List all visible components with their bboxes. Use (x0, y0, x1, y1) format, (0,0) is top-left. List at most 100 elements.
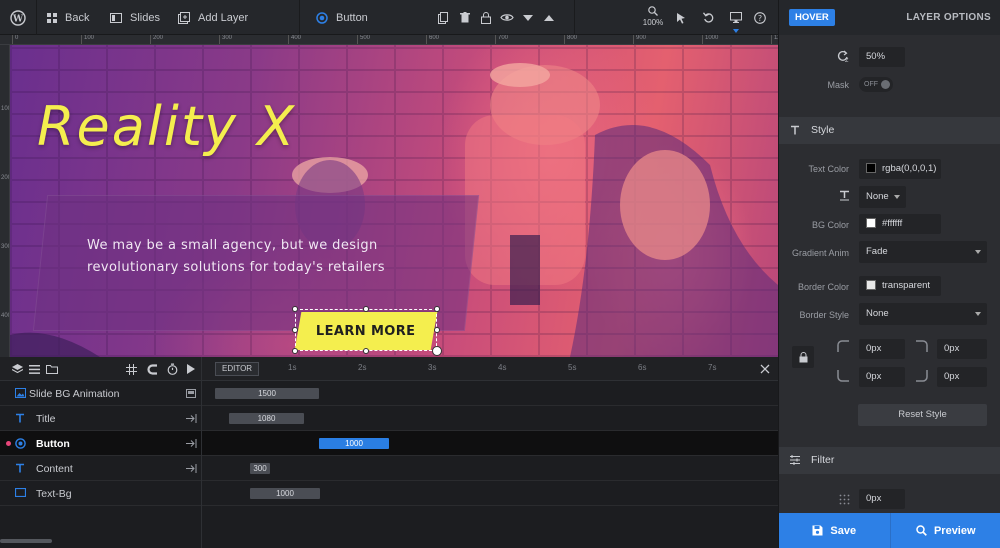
ruler-label: 700 (498, 35, 509, 41)
timeline-row-slide-bg[interactable]: Slide BG Animation 1500 (0, 381, 778, 406)
stopwatch-icon[interactable] (162, 357, 182, 381)
layer-name: Content (36, 462, 73, 475)
lock-icon[interactable] (476, 0, 496, 35)
resize-handle-tr[interactable] (434, 306, 440, 312)
resize-handle-b[interactable] (363, 348, 369, 354)
ruler-label: 300 (1, 244, 9, 250)
slide-canvas[interactable]: Reality X We may be a small agency, but … (10, 45, 778, 357)
ruler-tick (771, 35, 772, 44)
timeline-scrollbar[interactable] (0, 539, 52, 543)
ruler-vertical: 0100200300400500 (0, 45, 10, 357)
rotate-handle[interactable] (432, 346, 442, 356)
timing-bar[interactable]: 1000 (250, 488, 320, 499)
preview-button[interactable]: Preview (891, 513, 1000, 548)
content-line-1: We may be a small agency, but we design (87, 238, 378, 253)
learn-more-button-layer[interactable]: LEARN MORE (294, 312, 438, 350)
snap-grid-icon[interactable] (121, 357, 141, 381)
save-button[interactable]: Save (779, 513, 891, 548)
radius-lock-button[interactable] (792, 346, 814, 368)
resize-handle-bl[interactable] (292, 348, 298, 354)
timing-bar[interactable]: 1500 (215, 388, 319, 399)
folder-icon[interactable] (42, 357, 62, 381)
radius-bottom-right-input[interactable]: 0px (937, 367, 987, 387)
bg-color-input[interactable]: #ffffff (859, 214, 941, 234)
radius-bottom-left-input[interactable]: 0px (859, 367, 905, 387)
timing-bar[interactable]: 300 (250, 463, 270, 474)
text-decoration-icon (839, 190, 850, 201)
ruler-label: 400 (1, 313, 9, 319)
timeline-row-button[interactable]: Button 1000 (0, 431, 778, 456)
image-icon (15, 388, 26, 398)
add-layer-button[interactable]: Add Layer (178, 0, 248, 35)
mask-label: Mask (827, 80, 849, 90)
style-section-header[interactable]: Style (779, 117, 1000, 144)
text-color-label: Text Color (808, 164, 849, 174)
play-icon[interactable] (181, 357, 201, 381)
ruler-label: 1000 (705, 35, 719, 41)
close-timeline-icon[interactable] (755, 357, 775, 381)
ruler-label: 500 (360, 35, 371, 41)
content-layer[interactable]: We may be a small agency, but we design … (87, 235, 385, 279)
style-section-title: Style (811, 124, 835, 136)
title-layer[interactable]: Reality X (37, 95, 296, 158)
ruler-label: 900 (636, 35, 647, 41)
duplicate-icon[interactable] (433, 0, 453, 35)
text-color-value: rgba(0,0,0,1) (882, 163, 937, 174)
reset-style-button[interactable]: Reset Style (858, 404, 987, 426)
text-color-input[interactable]: rgba(0,0,0,1) (859, 159, 941, 179)
rotate-z-input[interactable]: 50% (859, 47, 905, 67)
editor-mode-badge[interactable]: EDITOR (215, 362, 260, 376)
toggle-knob (881, 80, 890, 89)
timeline-tick-label: 4s (498, 363, 507, 372)
ruler-tick (357, 35, 358, 44)
ruler-label: 200 (153, 35, 164, 41)
help-icon[interactable]: ? (750, 0, 770, 35)
layer-name: Text-Bg (36, 487, 72, 500)
mask-toggle[interactable]: OFF (859, 77, 893, 92)
save-label: Save (830, 524, 857, 537)
radius-br-icon (916, 370, 928, 382)
resize-handle-l[interactable] (292, 327, 298, 333)
timeline-panel: EDITOR 1s 2s 3s 4s 5s 6s 7s Slide BG Animation… (0, 357, 778, 548)
pointer-icon[interactable] (671, 0, 691, 35)
timing-bar[interactable]: 1080 (229, 413, 304, 424)
gradient-anim-select[interactable]: Fade (859, 241, 987, 263)
ruler-horizontal: 010020030040050060070080090010001100 (0, 35, 778, 45)
wordpress-logo-icon[interactable]: W (8, 0, 28, 35)
ruler-tick (564, 35, 565, 44)
timeline-tick-label: 7s (708, 363, 717, 372)
image-settings-icon (186, 389, 196, 398)
timing-bar[interactable]: 1000 (319, 438, 389, 449)
ruler-tick (702, 35, 703, 44)
chevron-down-icon[interactable] (518, 0, 538, 35)
zoom-control[interactable]: 100% (640, 6, 666, 27)
radius-top-right-input[interactable]: 0px (937, 339, 987, 359)
border-color-swatch (866, 280, 876, 291)
trash-icon[interactable] (455, 0, 475, 35)
timeline-row-content[interactable]: Content 300 (0, 456, 778, 481)
slides-button[interactable]: Slides (110, 0, 160, 35)
timeline-row-title[interactable]: Title 1080 (0, 406, 778, 431)
border-color-input[interactable]: transparent (859, 276, 941, 296)
timeline-row-text-bg[interactable]: Text-Bg 1000 (0, 481, 778, 506)
rotate-z-icon: Z (837, 50, 849, 62)
save-icon (812, 525, 823, 536)
resize-handle-tl[interactable] (292, 306, 298, 312)
chevron-up-icon[interactable] (539, 0, 559, 35)
resize-handle-t[interactable] (363, 306, 369, 312)
filter-section-header[interactable]: Filter (779, 447, 1000, 474)
gradient-anim-value: Fade (866, 246, 888, 257)
list-icon[interactable] (24, 357, 44, 381)
magnet-icon[interactable] (142, 357, 162, 381)
layer-options-tab[interactable]: LAYER OPTIONS (906, 0, 991, 35)
current-layer-selector[interactable]: Button (316, 0, 368, 35)
undo-icon[interactable] (698, 0, 718, 35)
hover-tab[interactable]: HOVER (789, 9, 835, 26)
eye-icon[interactable] (497, 0, 517, 35)
resize-handle-r[interactable] (434, 327, 440, 333)
text-decoration-select[interactable]: None (859, 186, 906, 208)
radius-top-left-input[interactable]: 0px (859, 339, 905, 359)
back-button[interactable]: Back (47, 0, 89, 35)
border-style-select[interactable]: None (859, 303, 987, 325)
blur-filter-input[interactable]: 0px (859, 489, 905, 509)
